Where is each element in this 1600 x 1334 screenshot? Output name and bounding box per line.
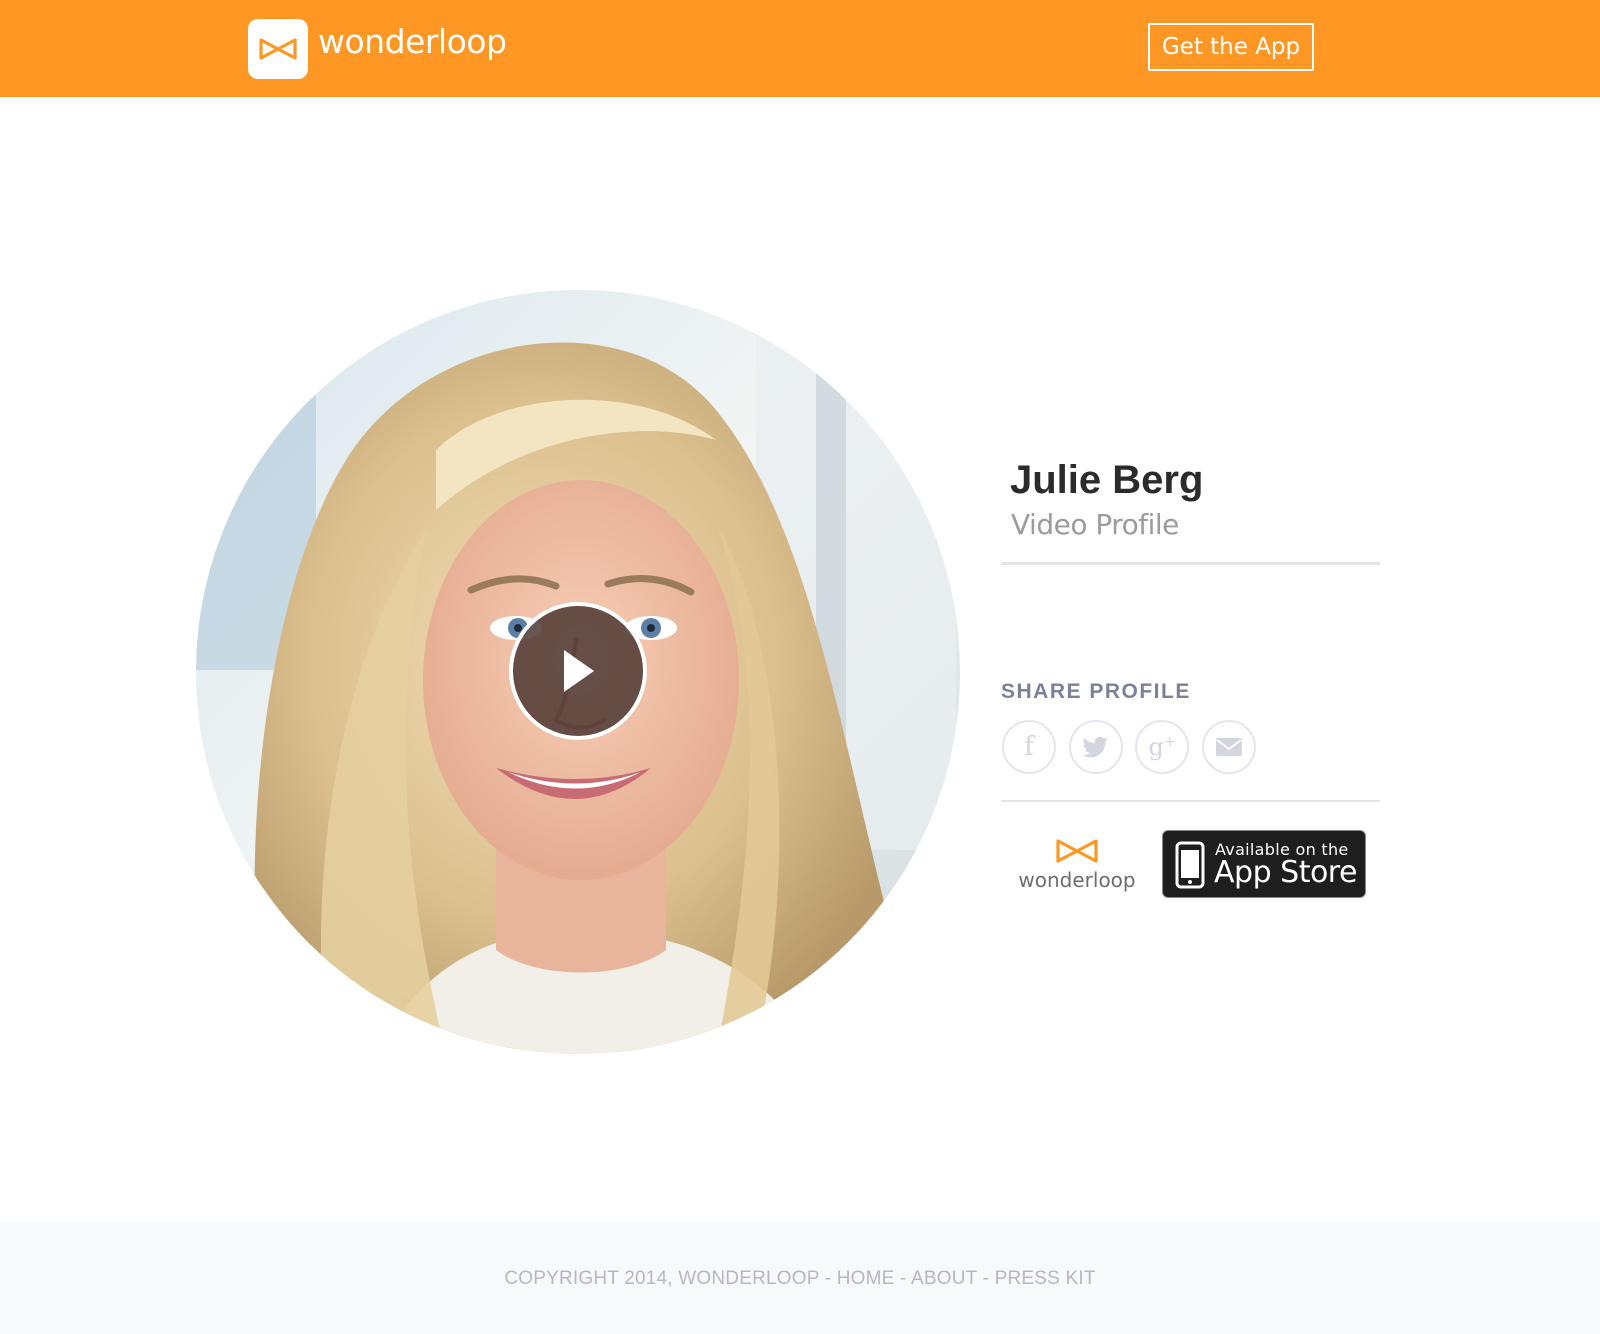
email-icon xyxy=(1216,738,1242,756)
app-store-badge[interactable]: Available on the App Store xyxy=(1162,830,1366,898)
footer-press-kit-link[interactable]: PRESS KIT xyxy=(995,1268,1096,1289)
profile-subtitle: Video Profile xyxy=(1011,508,1179,541)
footer-about-link[interactable]: ABOUT xyxy=(911,1268,977,1289)
divider xyxy=(1001,800,1380,802)
share-profile-label: SHARE PROFILE xyxy=(1001,680,1191,703)
facebook-icon: f xyxy=(1024,732,1034,762)
wonderloop-logo-icon xyxy=(1056,839,1098,863)
footer-links: COPYRIGHT 2014, WONDERLOOP - HOME - ABOU… xyxy=(0,1268,1600,1290)
play-button[interactable] xyxy=(509,602,647,740)
app-store-line2: App Store xyxy=(1214,855,1357,890)
play-icon xyxy=(564,650,594,692)
copyright-text: COPYRIGHT 2014, WONDERLOOP xyxy=(504,1268,820,1289)
get-the-app-button[interactable]: Get the App xyxy=(1148,23,1314,71)
facebook-share-button[interactable]: f xyxy=(1002,720,1056,774)
iphone-icon xyxy=(1175,841,1205,889)
logo-wordmark[interactable]: wonderloop xyxy=(318,22,507,61)
separator: - xyxy=(977,1268,995,1289)
wonderloop-logo-icon[interactable] xyxy=(248,19,308,79)
google-plus-share-button[interactable]: g+ xyxy=(1135,720,1189,774)
separator: - xyxy=(894,1268,911,1289)
twitter-share-button[interactable] xyxy=(1069,720,1123,774)
footer-home-link[interactable]: HOME xyxy=(837,1268,895,1289)
profile-name: Julie Berg xyxy=(1010,458,1204,502)
wonderloop-badge-label: wonderloop xyxy=(1018,868,1136,892)
wonderloop-badge[interactable]: wonderloop xyxy=(1018,838,1136,894)
top-bar: wonderloop Get the App xyxy=(0,0,1600,97)
separator: - xyxy=(819,1268,837,1289)
twitter-icon xyxy=(1083,736,1108,758)
google-plus-icon: g+ xyxy=(1148,733,1176,761)
divider xyxy=(1001,562,1380,565)
email-share-button[interactable] xyxy=(1202,720,1256,774)
